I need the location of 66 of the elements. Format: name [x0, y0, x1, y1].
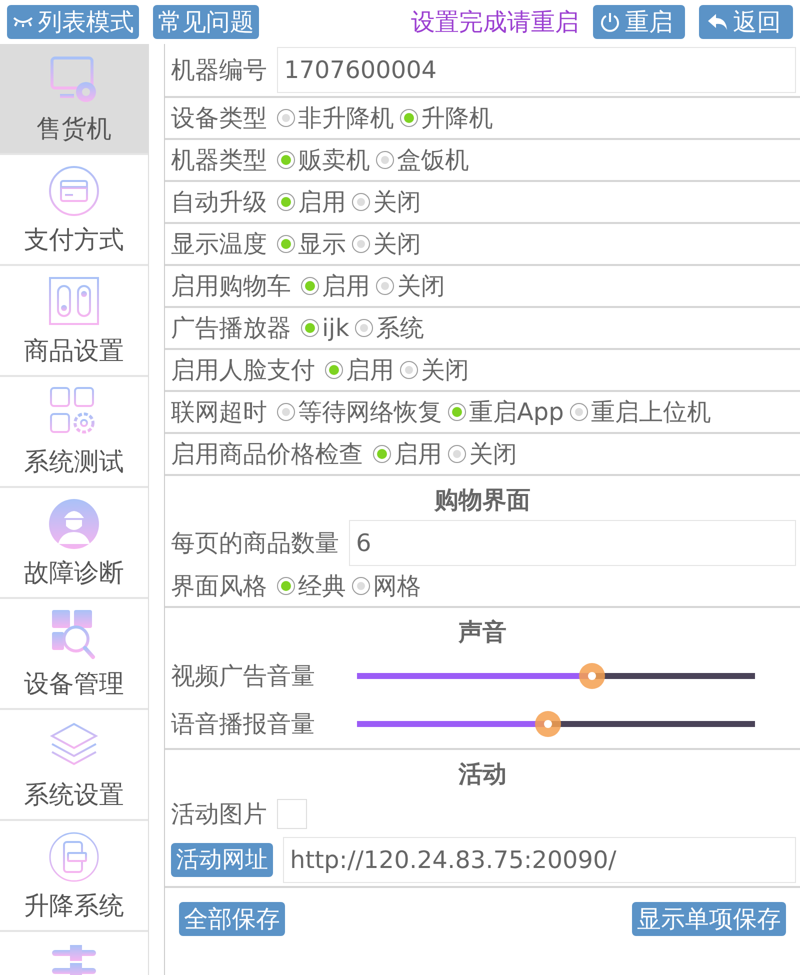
field-label: 启用商品价格检查 — [171, 439, 363, 470]
field-label: 设备类型 — [171, 103, 267, 134]
sidebar-item[interactable]: 系统测试 — [0, 377, 148, 486]
radio-option[interactable]: 关闭 — [352, 228, 421, 260]
sidebar-item[interactable]: 售货机 — [0, 44, 148, 153]
radio-option[interactable]: 盒饭机 — [376, 144, 469, 176]
sidebar-item[interactable]: 支付方式 — [0, 155, 148, 264]
show-single-save-button[interactable]: 显示单项保存 — [632, 902, 786, 936]
slider-thumb[interactable] — [535, 711, 562, 737]
field-label: 启用购物车 — [171, 271, 291, 302]
worker-icon — [46, 496, 102, 552]
radio-option[interactable]: 经典 — [277, 570, 346, 602]
radio-option[interactable]: 等待网络恢复 — [277, 396, 442, 428]
field-label: 机器类型 — [171, 145, 267, 176]
radio-option[interactable]: 重启App — [448, 396, 564, 428]
back-button[interactable]: 返回 — [699, 5, 793, 39]
section-title: 购物界面 — [433, 485, 532, 516]
input-field[interactable]: 6 — [349, 520, 796, 566]
sidebar-item[interactable]: 设备管理 — [0, 599, 148, 708]
section-title: 声音 — [458, 617, 508, 648]
sidebar-item[interactable]: 商品设置 — [0, 266, 148, 375]
field-label: 活动图片 — [171, 799, 267, 830]
field-label: 联网超时 — [171, 397, 267, 428]
field-label: 语音播报音量 — [171, 709, 315, 740]
field-label: 每页的商品数量 — [171, 528, 339, 559]
sidebar-item[interactable]: 升降系统 — [0, 821, 148, 930]
field-label: 机器编号 — [171, 55, 267, 86]
radio-option[interactable]: 关闭 — [400, 354, 469, 386]
sidebar-item[interactable]: 系统设置 — [0, 710, 148, 819]
radio-option[interactable]: 关闭 — [448, 438, 517, 470]
radio-option[interactable]: 关闭 — [376, 270, 445, 302]
radio-option[interactable]: 网格 — [352, 570, 421, 602]
field-label: 视频广告音量 — [171, 661, 315, 692]
field-label: 自动升级 — [171, 187, 267, 218]
radio-option[interactable]: 启用 — [325, 354, 394, 386]
restart-notice: 设置完成请重启 — [411, 7, 579, 38]
radio-option[interactable]: 贩卖机 — [277, 144, 370, 176]
power-icon — [599, 11, 621, 33]
field-label: 显示温度 — [171, 229, 267, 260]
radio-option[interactable]: 系统 — [355, 312, 424, 344]
radio-option[interactable]: 启用 — [373, 438, 442, 470]
section-title: 活动 — [457, 759, 508, 790]
save-all-button[interactable]: 全部保存 — [179, 902, 285, 936]
list-mode-button[interactable]: 列表模式 — [7, 5, 139, 39]
field-label: 界面风格 — [171, 571, 267, 602]
input-field[interactable]: http://120.24.83.75:20090/ — [283, 837, 796, 883]
closed-eye-icon — [12, 16, 34, 28]
sidebar-item[interactable]: 故障诊断 — [0, 488, 148, 597]
radio-option[interactable]: ijk — [301, 312, 350, 344]
radio-option[interactable]: 关闭 — [352, 186, 421, 218]
radio-option[interactable]: 重启上位机 — [570, 396, 711, 428]
faq-button[interactable]: 常见问题 — [153, 5, 259, 39]
radio-option[interactable]: 显示 — [277, 228, 346, 260]
radio-option[interactable]: 升降机 — [400, 102, 493, 134]
radio-option[interactable]: 启用 — [277, 186, 346, 218]
radio-option[interactable]: 启用 — [301, 270, 370, 302]
radio-option[interactable]: 非升降机 — [277, 102, 394, 134]
slider-thumb[interactable] — [578, 663, 605, 689]
restart-button[interactable]: 重启 — [593, 5, 685, 39]
field-label: 启用人脸支付 — [171, 355, 315, 386]
card-icon — [46, 163, 102, 219]
field-label: 广告播放器 — [171, 313, 291, 344]
image-slot[interactable] — [277, 799, 307, 829]
url-button[interactable]: 活动网址 — [171, 843, 273, 877]
back-arrow-icon — [707, 12, 729, 32]
input-field[interactable]: 1707600004 — [277, 47, 796, 93]
